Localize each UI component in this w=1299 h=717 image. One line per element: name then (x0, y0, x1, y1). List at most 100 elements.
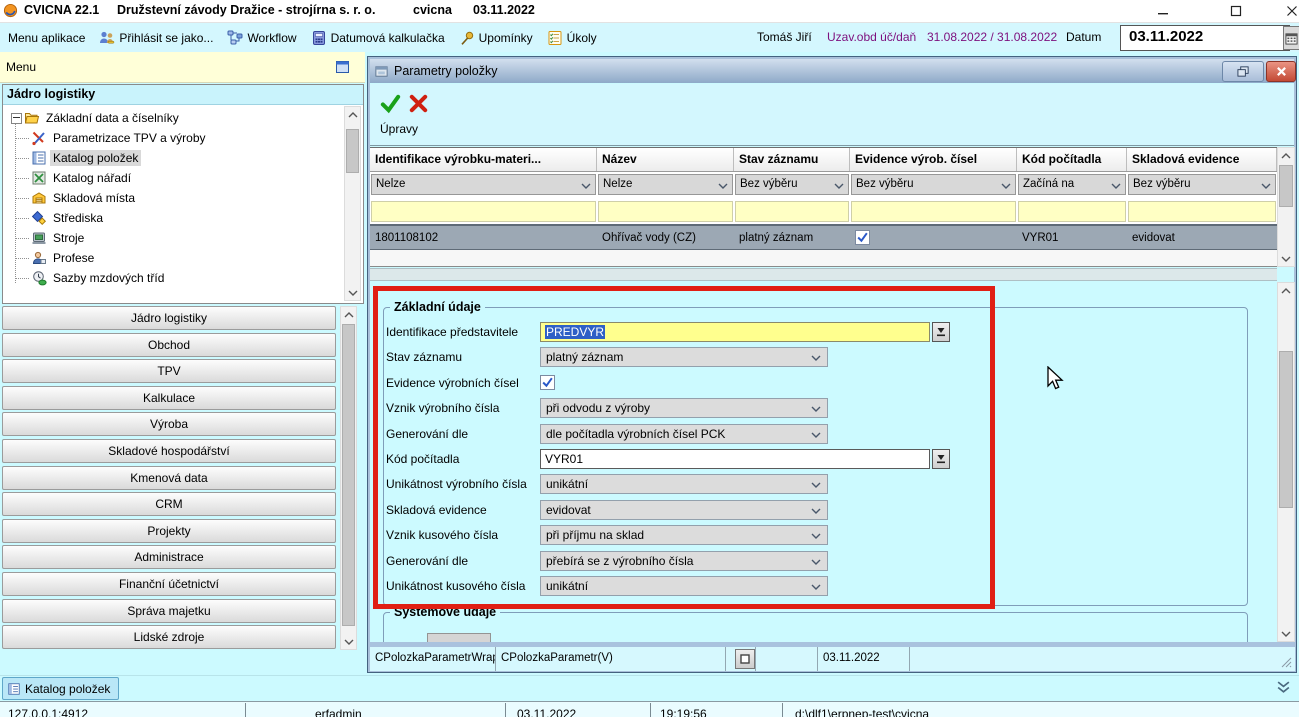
column-header-stav-zaznamu[interactable]: Stav záznamu (734, 148, 850, 171)
module-button-obchod[interactable]: Obchod (2, 333, 336, 357)
tree-scrollbar[interactable] (344, 106, 361, 301)
column-header-kod-pocitadla[interactable]: Kód počítadla (1017, 148, 1127, 171)
filter-combo-skladova-evidence[interactable]: Bez výběru (1128, 174, 1276, 195)
tree-expander-icon[interactable] (11, 113, 22, 124)
search-input-nazev[interactable] (598, 201, 733, 222)
search-cell (597, 199, 734, 224)
tree-connector-stub (15, 158, 29, 159)
form-scrollbar[interactable] (1277, 282, 1295, 642)
module-button-tpv[interactable]: TPV (2, 359, 336, 383)
chevron-down-icon (834, 183, 844, 189)
calendar-button[interactable] (1283, 26, 1299, 50)
table-row[interactable]: 1801108102Ohřívač vody (CZ)platný záznam… (370, 224, 1277, 250)
field-skladova-evidence[interactable]: evidovat (540, 500, 828, 520)
scroll-up-icon[interactable] (1278, 283, 1294, 298)
module-button-projekty[interactable]: Projekty (2, 519, 336, 543)
statusbar-square-button[interactable] (735, 649, 755, 669)
field-evidence-vyrobnich-cisel[interactable] (540, 375, 555, 390)
filter-combo-kod-pocitadla[interactable]: Začíná na (1018, 174, 1126, 195)
mdi-restore-button[interactable] (1222, 61, 1264, 82)
minimize-button[interactable] (1148, 2, 1178, 20)
menu-panel-icon[interactable] (334, 59, 351, 75)
scroll-down-icon[interactable] (341, 634, 356, 649)
tree-scrollbar-thumb[interactable] (346, 129, 359, 173)
filter-combo-stav-zaznamu[interactable]: Bez výběru (735, 174, 849, 195)
taskbar-tab-katalog-polozek[interactable]: Katalog položek (2, 677, 119, 700)
tasks-button[interactable]: Úkoly (545, 28, 599, 48)
check-mark-icon (856, 231, 869, 244)
filter-combo-nazev[interactable]: Nelze (598, 174, 733, 195)
field-identifikace-predstavitele[interactable]: PREDVYR (540, 322, 930, 342)
login-as-button[interactable]: Přihlásit se jako... (97, 28, 215, 48)
search-input-stav-zaznamu[interactable] (735, 201, 849, 222)
field-kod-pocitadla[interactable]: VYR01 (540, 449, 930, 469)
module-button-jadro-logistiky[interactable]: Jádro logistiky (2, 306, 336, 330)
date-input[interactable]: 03.11.2022 (1120, 25, 1290, 51)
field-stav-zaznamu[interactable]: platný záznam (540, 347, 828, 367)
field-label-kod-pocitadla: Kód počítadla (386, 452, 459, 466)
column-header-identifikace-vyrobku-materi[interactable]: Identifikace výrobku-materi... (370, 148, 597, 171)
scroll-up-icon[interactable] (1278, 148, 1294, 163)
lookup-button-kod-pocitadla[interactable] (932, 449, 950, 469)
workflow-button[interactable]: Workflow (225, 28, 298, 48)
module-button-kalkulace[interactable]: Kalkulace (2, 386, 336, 410)
scroll-down-icon[interactable] (1278, 251, 1294, 266)
field-unikatnost-kusoveho-cisla[interactable]: unikátní (540, 576, 828, 596)
row-checkbox[interactable] (855, 230, 870, 245)
horizontal-splitter[interactable] (370, 268, 1277, 281)
table-header-row: Identifikace výrobku-materi...NázevStav … (370, 147, 1277, 172)
search-cell (850, 199, 1017, 224)
scroll-down-icon[interactable] (345, 285, 360, 300)
mdi-close-button[interactable] (1266, 61, 1296, 82)
close-button[interactable] (1277, 2, 1299, 20)
module-button-vyroba[interactable]: Výroba (2, 412, 336, 436)
field-generovani-dle-kusoveho[interactable]: přebírá se z výrobního čísla (540, 551, 828, 571)
table-scrollbar[interactable] (1277, 147, 1295, 267)
mdi-titlebar[interactable]: Parametry položky (370, 59, 1294, 83)
reminders-button[interactable]: Upomínky (457, 28, 535, 48)
search-input-identifikace-vyrobku-materi[interactable] (371, 201, 596, 222)
module-button-crm[interactable]: CRM (2, 492, 336, 516)
modules-scrollbar[interactable] (340, 306, 357, 650)
module-button-kmenova-data[interactable]: Kmenová data (2, 466, 336, 490)
double-chevron-down-icon[interactable] (1276, 680, 1291, 695)
scroll-down-icon[interactable] (1278, 626, 1294, 641)
field-vznik-vyrobniho-cisla[interactable]: při odvodu z výroby (540, 398, 828, 418)
maximize-button[interactable] (1221, 2, 1251, 20)
row-cell-stav-zaznamu: platný záznam (734, 226, 850, 249)
cancel-x-button[interactable] (408, 93, 429, 114)
scroll-up-icon[interactable] (345, 107, 360, 122)
machine-icon (31, 230, 47, 246)
row-cell-identifikace-vyrobku-materi: 1801108102 (370, 226, 597, 249)
scroll-up-icon[interactable] (341, 307, 356, 322)
lookup-button-identifikace-predstavitele[interactable] (932, 322, 950, 342)
module-button-lidske-zdroje[interactable]: Lidské zdroje (2, 625, 336, 649)
column-header-evidence-vyrob-cisel[interactable]: Evidence výrob. čísel (850, 148, 1017, 171)
column-header-skladova-evidence[interactable]: Skladová evidence (1127, 148, 1277, 171)
search-input-kod-pocitadla[interactable] (1018, 201, 1126, 222)
filter-combo-identifikace-vyrobku-materi[interactable]: Nelze (371, 174, 596, 195)
workflow-button-label: Workflow (247, 31, 296, 45)
search-input-skladova-evidence[interactable] (1128, 201, 1276, 222)
table-scrollbar-thumb[interactable] (1279, 165, 1293, 207)
tree-item-label: Katalog nářadí (50, 170, 134, 186)
confirm-check-button[interactable] (380, 93, 401, 114)
field-vznik-kusoveho-cisla[interactable]: při příjmu na sklad (540, 525, 828, 545)
resize-grip-icon[interactable] (1280, 656, 1292, 668)
titlebar-user: cvicna (413, 3, 452, 17)
date-calculator-button[interactable]: Datumová kalkulačka (309, 28, 447, 48)
field-unikatnost-vyrobniho-cisla[interactable]: unikátní (540, 474, 828, 494)
module-button-administrace[interactable]: Administrace (2, 545, 336, 569)
lookup-icon (935, 453, 947, 465)
menu-aplikace-button[interactable]: Menu aplikace (6, 29, 87, 47)
filter-combo-evidence-vyrob-cisel[interactable]: Bez výběru (851, 174, 1016, 195)
modules-scrollbar-thumb[interactable] (342, 324, 355, 626)
search-input-evidence-vyrob-cisel[interactable] (851, 201, 1016, 222)
column-header-nazev[interactable]: Název (597, 148, 734, 171)
field-generovani-dle-vyrobniho[interactable]: dle počítadla výrobních čísel PCK (540, 424, 828, 444)
form-scrollbar-thumb[interactable] (1279, 351, 1293, 508)
module-button-sprava-majetku[interactable]: Správa majetku (2, 599, 336, 623)
system-data-partial-button[interactable] (427, 633, 491, 642)
module-button-financni-ucetnictvi[interactable]: Finanční účetnictví (2, 572, 336, 596)
module-button-skladove-hospodarstvi[interactable]: Skladové hospodářství (2, 439, 336, 463)
